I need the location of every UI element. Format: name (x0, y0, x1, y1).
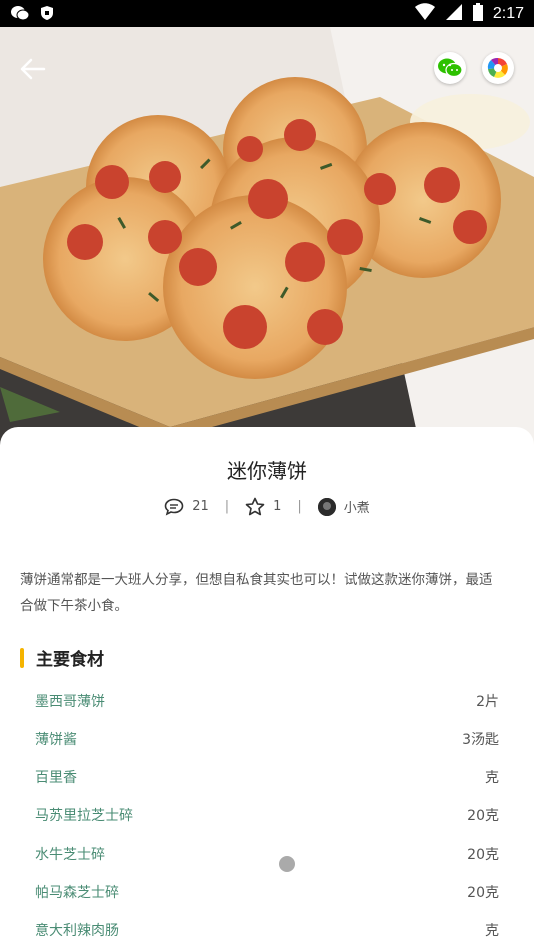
ingredients-section-title: 主要食材 (36, 650, 104, 670)
ingredient-row[interactable]: 马苏里拉芝士碎 20克 (35, 796, 499, 834)
ingredient-amount: 20克 (467, 847, 499, 863)
recipe-meta: 21 | 1 | 小煮 (0, 497, 534, 516)
star-icon (245, 497, 265, 516)
author-name: 小煮 (343, 501, 370, 516)
ingredient-amount: 20克 (467, 808, 499, 824)
ingredient-amount: 克 (485, 923, 499, 939)
status-bar: 2:17 (0, 0, 534, 27)
ingredient-row[interactable]: 百里香 克 (35, 758, 499, 796)
recipe-card: 迷你薄饼 21 | 1 | 小煮 薄饼通常都是一大班人分享，但想自私食其实也可以… (0, 427, 534, 949)
ingredient-row[interactable]: 意大利辣肉肠 克 (35, 911, 499, 949)
ingredient-name: 墨西哥薄饼 (35, 694, 105, 710)
moments-share-button[interactable] (482, 52, 514, 84)
ingredient-amount: 2片 (476, 694, 499, 710)
meta-divider: | (297, 499, 302, 514)
shield-icon (40, 5, 54, 25)
ingredient-row[interactable]: 帕马森芝士碎 20克 (35, 873, 499, 911)
wifi-icon (414, 3, 435, 25)
recipe-title: 迷你薄饼 (227, 459, 307, 483)
back-button[interactable] (16, 52, 50, 86)
ingredient-row[interactable]: 墨西哥薄饼 2片 (35, 682, 499, 720)
ingredient-name: 百里香 (35, 770, 77, 786)
status-time: 2:17 (492, 5, 524, 22)
floating-assist-dot[interactable] (279, 856, 295, 872)
signal-icon (445, 3, 463, 25)
ingredient-row[interactable]: 薄饼酱 3汤匙 (35, 720, 499, 758)
ingredient-name: 意大利辣肉肠 (35, 923, 119, 939)
ingredient-name: 薄饼酱 (35, 732, 77, 748)
back-arrow-icon (20, 58, 46, 80)
moments-share-icon (487, 57, 508, 78)
author-avatar (317, 497, 336, 516)
ingredient-name: 马苏里拉芝士碎 (35, 808, 133, 824)
ingredient-amount: 克 (485, 770, 499, 786)
author-link[interactable]: 小煮 (317, 497, 370, 516)
ingredient-name: 帕马森芝士碎 (35, 885, 119, 901)
ingredient-row[interactable]: 水牛芝士碎 20克 (35, 835, 499, 873)
comments-count: 21 (192, 499, 209, 514)
ingredient-amount: 20克 (467, 885, 499, 901)
ingredients-section-header: 主要食材 (20, 645, 104, 670)
ingredient-name: 水牛芝士碎 (35, 847, 105, 863)
wechat-share-icon (438, 58, 463, 78)
section-accent-bar (20, 647, 24, 668)
wechat-notification-icon (10, 5, 30, 25)
comment-icon (164, 498, 184, 516)
recipe-description: 薄饼通常都是一大班人分享，但想自私食其实也可以！试做这款迷你薄饼，最适合做下午茶… (20, 572, 493, 614)
favorite-button[interactable]: 1 (245, 497, 281, 516)
recipe-hero-image (0, 27, 534, 447)
ingredient-amount: 3汤匙 (462, 732, 499, 748)
meta-divider: | (224, 499, 230, 514)
mini-pizza-photo (0, 27, 534, 447)
wechat-share-button[interactable] (434, 52, 466, 84)
favorites-count: 1 (273, 499, 282, 514)
comments-button[interactable]: 21 (164, 498, 209, 516)
battery-icon (472, 3, 483, 25)
